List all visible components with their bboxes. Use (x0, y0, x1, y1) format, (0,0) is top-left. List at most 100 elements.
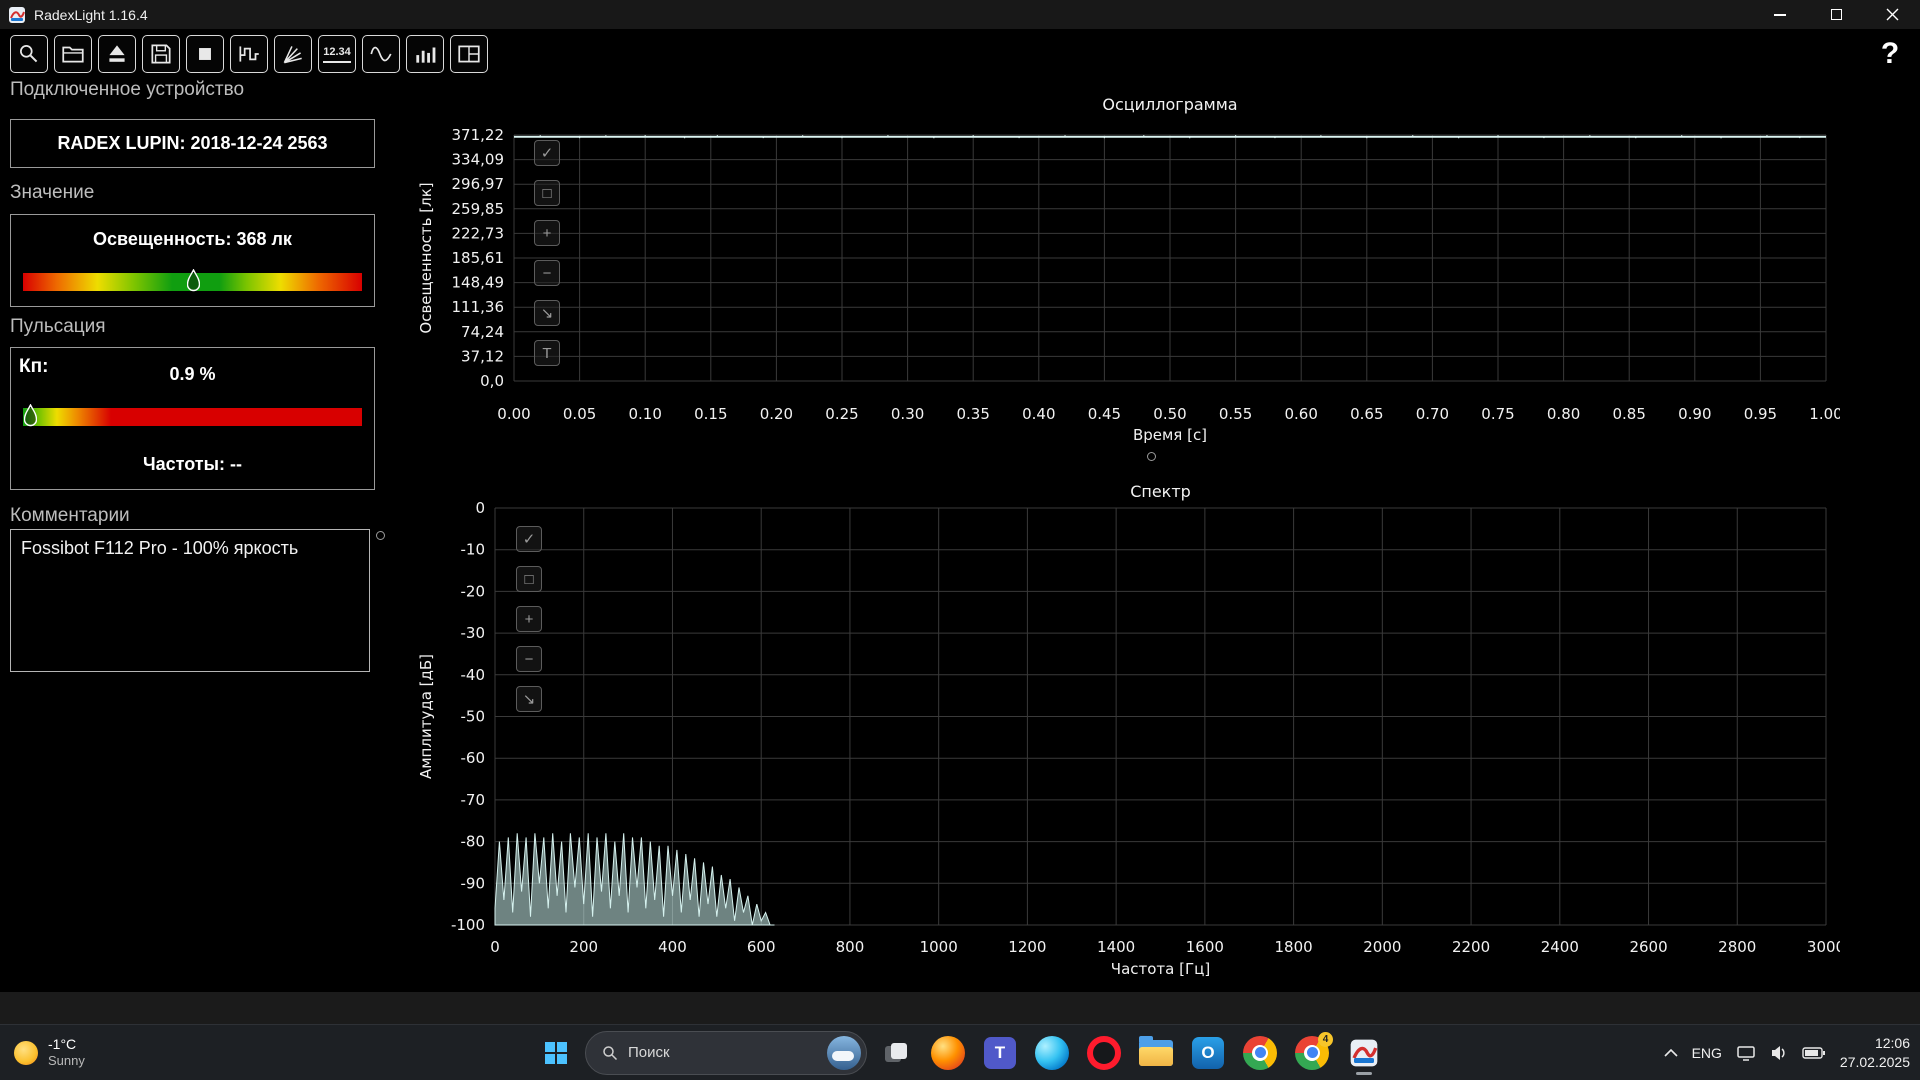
device-name: RADEX LUPIN: 2018-12-24 2563 (57, 133, 327, 154)
windows-taskbar: -1°C Sunny Поиск (0, 1024, 1920, 1080)
oscillogram-view-button[interactable] (362, 35, 400, 73)
svg-text:0.80: 0.80 (1547, 405, 1580, 423)
comments-input[interactable]: Fossibot F112 Pro - 100% яркость (10, 529, 370, 672)
minimize-button[interactable] (1752, 0, 1808, 29)
oscillogram-chart-toolbar: ✓ □ + − ↘ T (534, 140, 560, 366)
svg-text:0.85: 0.85 (1612, 405, 1645, 423)
zoom-in-tool-icon[interactable]: + (516, 606, 542, 632)
pulse-icon (236, 41, 262, 67)
file-explorer-icon (1139, 1040, 1173, 1066)
taskbar-app-chrome[interactable] (1237, 1030, 1283, 1076)
window-title: RadexLight 1.16.4 (34, 7, 148, 23)
numeric-display-button[interactable]: 12.34 (318, 35, 356, 73)
taskbar-app-opera[interactable] (1081, 1030, 1127, 1076)
text-tool-icon[interactable]: T (534, 340, 560, 366)
splitter-handle[interactable] (1147, 452, 1156, 461)
record-pulse-button[interactable] (230, 35, 268, 73)
taskbar-app-outlook[interactable]: O (1185, 1030, 1231, 1076)
svg-text:334,09: 334,09 (452, 151, 505, 169)
weather-widget[interactable]: -1°C Sunny (14, 1025, 85, 1080)
eject-icon (104, 41, 130, 67)
zoom-out-tool-icon[interactable]: − (534, 260, 560, 286)
svg-text:-40: -40 (461, 666, 486, 684)
spectrum-view-button[interactable] (406, 35, 444, 73)
copy-tool-icon[interactable]: □ (534, 180, 560, 206)
svg-text:0.90: 0.90 (1678, 405, 1711, 423)
svg-text:259,85: 259,85 (452, 200, 505, 218)
pulsation-box: Кп: 0.9 % Частоты: -- (10, 347, 375, 490)
search-box[interactable]: Поиск (585, 1031, 867, 1075)
minimize-icon (1774, 14, 1786, 16)
svg-text:1200: 1200 (1008, 938, 1046, 956)
svg-text:-30: -30 (461, 624, 486, 642)
taskbar-app-teams[interactable]: T (977, 1030, 1023, 1076)
value-section-header: Значение (10, 182, 94, 204)
svg-text:1.00: 1.00 (1809, 405, 1840, 423)
svg-text:2000: 2000 (1363, 938, 1401, 956)
svg-text:600: 600 (747, 938, 776, 956)
comments-section-header: Комментарии (10, 505, 130, 527)
sessions-button[interactable] (274, 35, 312, 73)
select-tool-icon[interactable]: ✓ (534, 140, 560, 166)
eject-button[interactable] (98, 35, 136, 73)
start-button[interactable] (533, 1030, 579, 1076)
svg-text:-60: -60 (461, 749, 486, 767)
save-button[interactable] (142, 35, 180, 73)
zoom-in-tool-icon[interactable]: + (534, 220, 560, 246)
weather-condition: Sunny (48, 1053, 85, 1069)
svg-text:0.25: 0.25 (825, 405, 858, 423)
svg-text:1800: 1800 (1275, 938, 1313, 956)
sun-icon (14, 1041, 38, 1065)
svg-text:185,61: 185,61 (452, 249, 505, 267)
fit-tool-icon[interactable]: ↘ (534, 300, 560, 326)
language-indicator[interactable]: ENG (1692, 1045, 1722, 1061)
volume-button[interactable] (1770, 1045, 1788, 1061)
svg-text:1600: 1600 (1186, 938, 1224, 956)
svg-text:0.65: 0.65 (1350, 405, 1383, 423)
svg-text:296,97: 296,97 (452, 175, 505, 193)
battery-button[interactable] (1802, 1046, 1826, 1060)
svg-text:0.30: 0.30 (891, 405, 924, 423)
svg-text:0.50: 0.50 (1153, 405, 1186, 423)
taskbar-app-file-explorer[interactable] (1133, 1030, 1179, 1076)
tray-date: 27.02.2025 (1840, 1053, 1910, 1071)
open-file-button[interactable] (54, 35, 92, 73)
stop-button[interactable] (186, 35, 224, 73)
taskbar-app-task-view[interactable] (873, 1030, 919, 1076)
pulsation-marker[interactable] (24, 404, 37, 428)
frequencies-text: Частоты: -- (11, 454, 374, 475)
teams-icon: T (984, 1037, 1016, 1069)
maximize-button[interactable] (1808, 0, 1864, 29)
device-search-button[interactable] (10, 35, 48, 73)
taskbar-app-radexlight[interactable] (1341, 1030, 1387, 1076)
network-button[interactable] (1736, 1045, 1756, 1061)
splitter-handle[interactable] (376, 531, 385, 540)
svg-text:Время [с]: Время [с] (1133, 426, 1207, 444)
svg-text:Амплитуда [дБ]: Амплитуда [дБ] (417, 654, 435, 779)
value-box: Освещенность: 368 лк (10, 214, 375, 307)
layout-view-button[interactable] (450, 35, 488, 73)
zoom-out-tool-icon[interactable]: − (516, 646, 542, 672)
tray-overflow-button[interactable] (1664, 1049, 1678, 1057)
svg-text:2200: 2200 (1452, 938, 1490, 956)
kp-value: 0.9 % (11, 364, 374, 385)
select-tool-icon[interactable]: ✓ (516, 526, 542, 552)
fit-tool-icon[interactable]: ↘ (516, 686, 542, 712)
title-bar: RadexLight 1.16.4 (0, 0, 1920, 30)
clock-widget[interactable]: 12:06 27.02.2025 (1840, 1034, 1910, 1070)
svg-text:0.70: 0.70 (1416, 405, 1449, 423)
svg-text:-100: -100 (451, 916, 485, 934)
taskbar-app-chrome-profile[interactable]: 4 (1289, 1030, 1335, 1076)
taskbar-app-edge[interactable] (1029, 1030, 1075, 1076)
spectrum-chart-toolbar: ✓ □ + − ↘ (516, 526, 542, 712)
svg-text:-10: -10 (461, 541, 486, 559)
illuminance-marker[interactable] (187, 269, 200, 293)
copy-tool-icon[interactable]: □ (516, 566, 542, 592)
app-logo-icon (8, 6, 26, 24)
svg-text:0: 0 (475, 499, 485, 517)
svg-text:37,12: 37,12 (461, 347, 504, 365)
close-button[interactable] (1864, 0, 1920, 29)
help-button[interactable]: ? (1870, 34, 1910, 74)
taskbar-app-firefox[interactable] (925, 1030, 971, 1076)
svg-text:0: 0 (490, 938, 500, 956)
